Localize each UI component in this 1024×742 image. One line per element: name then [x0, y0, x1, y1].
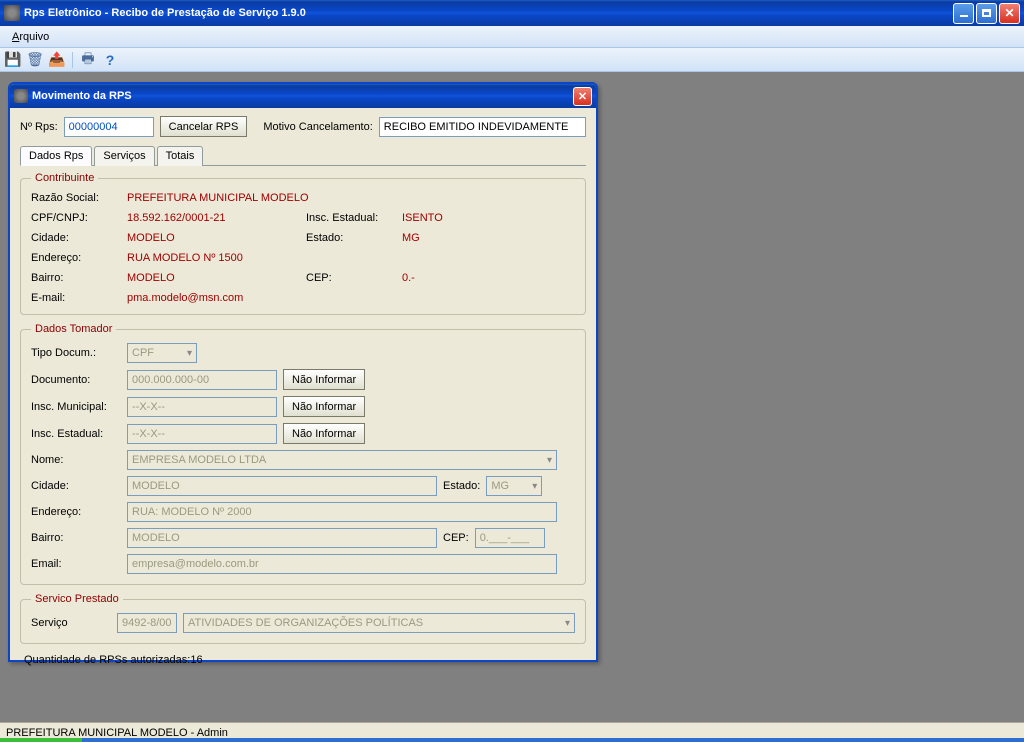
endereco-tom-input[interactable]	[127, 502, 557, 522]
servico-prestado-legend: Servico Prestado	[31, 593, 123, 605]
tabs: Dados Rps Serviços Totais	[20, 145, 586, 166]
bairro-label: Bairro:	[31, 272, 121, 284]
dialog-close-button[interactable]: ✕	[573, 87, 592, 106]
endereco-value: RUA MODELO Nº 1500	[127, 252, 575, 264]
documento-input[interactable]	[127, 370, 277, 390]
insc-municipal-label: Insc. Municipal:	[31, 401, 121, 413]
bairro-tom-input[interactable]	[127, 528, 437, 548]
email-value: pma.modelo@msn.com	[127, 292, 575, 304]
tab-totais[interactable]: Totais	[157, 146, 204, 166]
tipo-docum-label: Tipo Docum.:	[31, 347, 121, 359]
cidade-label: Cidade:	[31, 232, 121, 244]
motivo-cancelamento-label: Motivo Cancelamento:	[263, 121, 372, 133]
tab-pane-dados-rps: Contribuinte Razão Social: PREFEITURA MU…	[20, 166, 586, 666]
save-icon[interactable]: 💾	[4, 51, 22, 69]
toolbar-separator	[72, 52, 73, 68]
razao-social-label: Razão Social:	[31, 192, 121, 204]
cpf-cnpj-label: CPF/CNPJ:	[31, 212, 121, 224]
email-tom-input[interactable]	[127, 554, 557, 574]
maximize-button[interactable]	[976, 3, 997, 24]
help-icon[interactable]: ?	[101, 51, 119, 69]
delete-icon[interactable]: 🗑	[26, 51, 44, 69]
insc-estadual-label: Insc. Estadual:	[306, 212, 396, 224]
print-icon[interactable]: 🖶	[79, 51, 97, 69]
nome-select[interactable]: EMPRESA MODELO LTDA▾	[127, 450, 557, 470]
motivo-cancelamento-input[interactable]	[379, 117, 586, 137]
chevron-down-icon: ▾	[565, 618, 570, 629]
email-label: E-mail:	[31, 292, 121, 304]
endereco-tom-label: Endereço:	[31, 506, 121, 518]
tipo-docum-select[interactable]: CPF▾	[127, 343, 197, 363]
toolbar: 💾 🗑 📤 🖶 ?	[0, 48, 1024, 72]
minimize-button[interactable]	[953, 3, 974, 24]
main-window: Rps Eletrônico - Recibo de Prestação de …	[0, 0, 1024, 742]
dialog-icon	[14, 89, 28, 103]
tomador-legend: Dados Tomador	[31, 323, 116, 335]
insc-municipal-input[interactable]	[127, 397, 277, 417]
estado-tom-label: Estado:	[443, 480, 480, 492]
servico-prestado-group: Servico Prestado Serviço ATIVIDADES DE O…	[20, 593, 586, 644]
menu-arquivo-text: rquivo	[19, 31, 49, 43]
menubar: Arquivo	[0, 26, 1024, 48]
nao-informar-documento-button[interactable]: Não Informar	[283, 369, 365, 390]
tab-servicos[interactable]: Serviços	[94, 146, 154, 166]
insc-estadual-value: ISENTO	[402, 212, 575, 224]
dialog-movimento-rps: Movimento da RPS ✕ Nº Rps: Cancelar RPS …	[8, 82, 598, 662]
taskbar-strip	[0, 738, 1024, 742]
cep-tom-input[interactable]	[475, 528, 545, 548]
estado-tom-select[interactable]: MG▾	[486, 476, 542, 496]
estado-value: MG	[402, 232, 575, 244]
statusbar-text: PREFEITURA MUNICIPAL MODELO - Admin	[6, 727, 228, 739]
cep-tom-label: CEP:	[443, 532, 469, 544]
cep-value: 0.-	[402, 272, 575, 284]
endereco-label: Endereço:	[31, 252, 121, 264]
cidade-tom-label: Cidade:	[31, 480, 121, 492]
nome-label: Nome:	[31, 454, 121, 466]
servico-codigo-input[interactable]	[117, 613, 177, 633]
export-icon[interactable]: 📤	[48, 51, 66, 69]
cep-label: CEP:	[306, 272, 396, 284]
email-tom-label: Email:	[31, 558, 121, 570]
menu-arquivo[interactable]: Arquivo	[4, 29, 57, 45]
insc-estadual-tom-input[interactable]	[127, 424, 277, 444]
main-titlebar[interactable]: Rps Eletrônico - Recibo de Prestação de …	[0, 0, 1024, 26]
n-rps-label: Nº Rps:	[20, 121, 58, 133]
tomador-group: Dados Tomador Tipo Docum.: CPF▾ Document…	[20, 323, 586, 585]
contribuinte-legend: Contribuinte	[31, 172, 98, 184]
n-rps-input[interactable]	[64, 117, 154, 137]
servico-descricao-select[interactable]: ATIVIDADES DE ORGANIZAÇÕES POLÍTICAS▾	[183, 613, 575, 633]
bairro-value: MODELO	[127, 272, 300, 284]
nao-informar-insc-municipal-button[interactable]: Não Informar	[283, 396, 365, 417]
contribuinte-group: Contribuinte Razão Social: PREFEITURA MU…	[20, 172, 586, 315]
dialog-titlebar[interactable]: Movimento da RPS ✕	[10, 84, 596, 108]
documento-label: Documento:	[31, 374, 121, 386]
close-button[interactable]: ✕	[999, 3, 1020, 24]
estado-label: Estado:	[306, 232, 396, 244]
rps-autorizadas-footer: Quantidade de RPSs autorizadas:16	[20, 652, 586, 666]
servico-label: Serviço	[31, 617, 111, 629]
chevron-down-icon: ▾	[547, 455, 552, 466]
main-window-title: Rps Eletrônico - Recibo de Prestação de …	[24, 7, 953, 19]
cancel-rps-button[interactable]: Cancelar RPS	[160, 116, 248, 137]
chevron-down-icon: ▾	[187, 348, 192, 359]
app-icon	[4, 5, 20, 21]
dialog-title: Movimento da RPS	[32, 90, 573, 102]
insc-estadual-tom-label: Insc. Estadual:	[31, 428, 121, 440]
cpf-cnpj-value: 18.592.162/0001-21	[127, 212, 300, 224]
cidade-value: MODELO	[127, 232, 300, 244]
bairro-tom-label: Bairro:	[31, 532, 121, 544]
tab-dados-rps[interactable]: Dados Rps	[20, 146, 92, 166]
nao-informar-insc-estadual-button[interactable]: Não Informar	[283, 423, 365, 444]
cidade-tom-input[interactable]	[127, 476, 437, 496]
razao-social-value: PREFEITURA MUNICIPAL MODELO	[127, 192, 575, 204]
chevron-down-icon: ▾	[532, 481, 537, 492]
